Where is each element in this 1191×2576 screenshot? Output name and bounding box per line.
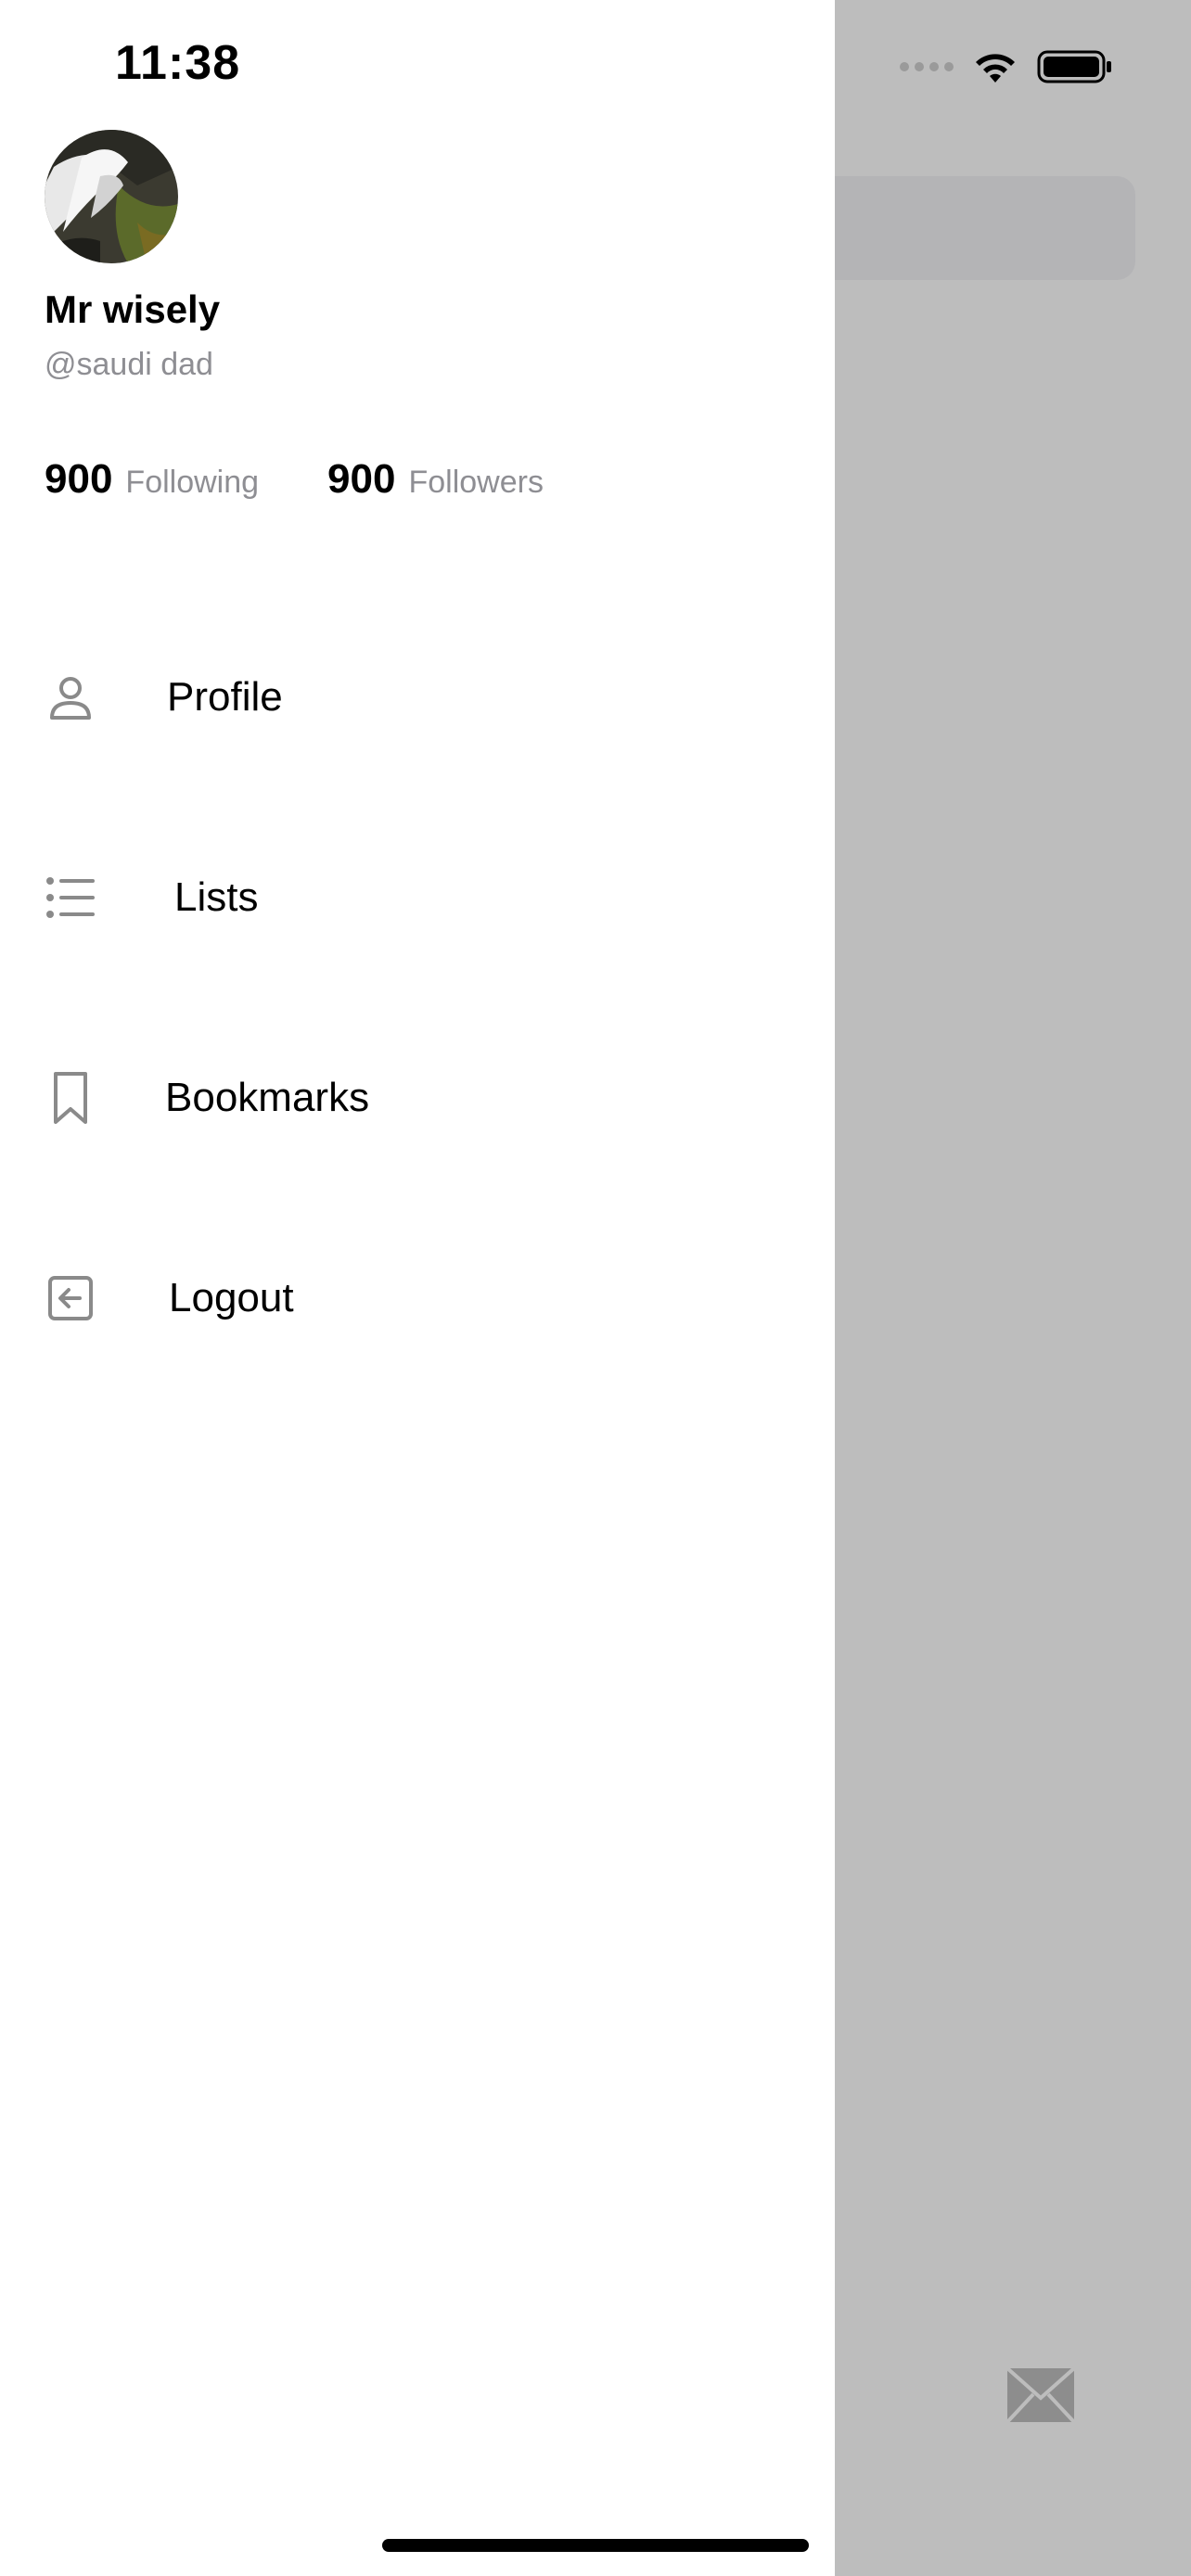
following-stat[interactable]: 900 Following — [45, 456, 259, 503]
user-display-name: Mr wisely — [45, 287, 221, 331]
wifi-icon — [976, 54, 1015, 83]
followers-label: Followers — [408, 465, 544, 500]
envelope-icon — [1005, 2366, 1076, 2424]
follow-stats: 900 Following 900 Followers — [45, 456, 544, 503]
following-count: 900 — [45, 456, 113, 502]
person-icon — [45, 671, 96, 723]
side-drawer: 11:38 Mr wisely @saudi dad 900 Following… — [0, 0, 835, 2576]
followers-stat[interactable]: 900 Followers — [327, 456, 544, 503]
following-label: Following — [125, 465, 260, 500]
followers-count: 900 — [327, 456, 396, 502]
bookmark-icon — [45, 1072, 96, 1124]
menu-item-bookmarks[interactable]: Bookmarks — [45, 1052, 787, 1144]
cellular-signal-icon — [900, 62, 954, 71]
background-search-bar — [816, 176, 1135, 280]
menu-item-label: Bookmarks — [165, 1075, 370, 1120]
avatar[interactable] — [45, 130, 178, 263]
menu-item-lists[interactable]: Lists — [45, 851, 787, 944]
status-time: 11:38 — [115, 36, 241, 90]
status-indicators — [900, 45, 1113, 89]
menu-item-label: Lists — [174, 874, 259, 920]
menu-item-profile[interactable]: Profile — [45, 651, 787, 744]
menu-item-label: Logout — [169, 1275, 294, 1320]
compose-message-button[interactable] — [1004, 2363, 1078, 2428]
home-indicator[interactable] — [382, 2539, 809, 2552]
menu-item-label: Profile — [167, 674, 283, 720]
battery-icon — [1037, 50, 1111, 83]
user-handle: @saudi dad — [45, 347, 213, 382]
logout-icon — [45, 1272, 96, 1324]
avatar-image — [45, 130, 178, 263]
list-icon — [45, 872, 96, 924]
menu-item-logout[interactable]: Logout — [45, 1252, 787, 1345]
